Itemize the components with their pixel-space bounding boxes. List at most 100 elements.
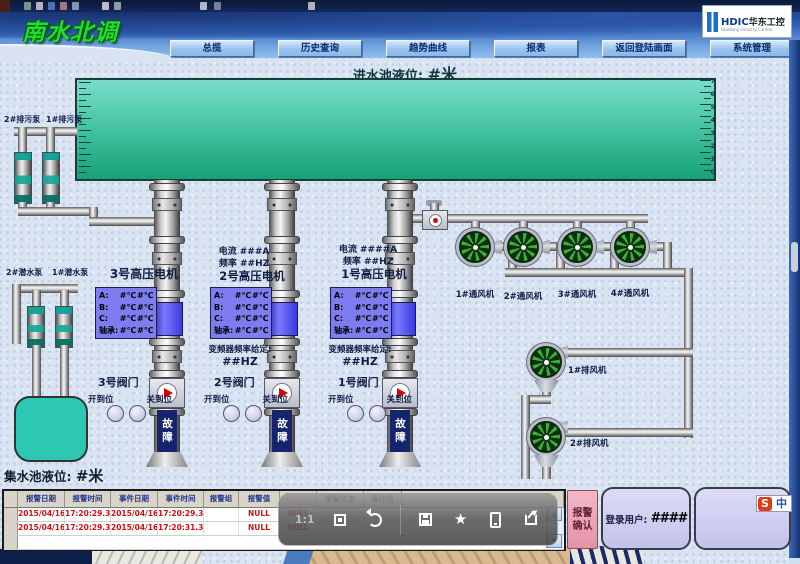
pipe — [60, 345, 69, 397]
scale-number: 0 — [710, 168, 715, 176]
priming-pump-1 — [42, 152, 60, 204]
login-label: 登录用户: — [605, 514, 648, 526]
pipe — [560, 348, 693, 357]
device-icon[interactable] — [485, 509, 507, 531]
taskbar-icon[interactable] — [200, 2, 207, 10]
one-to-one-icon[interactable]: 1:1 — [294, 509, 316, 531]
company-logo: HDIC华东工控 Huadong Industry Control — [702, 5, 792, 38]
open-label: 开到位 — [328, 395, 354, 405]
fan-label: 2#排风机 — [570, 439, 609, 449]
pump-name-2: 2号高压电机 — [219, 269, 285, 283]
fan-label: 3#通风机 — [557, 290, 597, 300]
taskbar-icon[interactable] — [48, 2, 55, 10]
rotate-icon[interactable] — [364, 507, 386, 531]
open-lamp-3 — [107, 405, 124, 422]
nav-button-history[interactable]: 历史查询 — [278, 40, 362, 57]
taskbar-icon[interactable] — [60, 2, 67, 10]
login-panel: 登录用户: #### — [601, 487, 691, 550]
inlet-tank — [75, 78, 716, 181]
row-selector[interactable] — [4, 522, 18, 535]
taskbar-icon[interactable] — [72, 2, 79, 10]
fault-indicator-2: 故障 — [272, 410, 292, 452]
sump-pump-2 — [27, 306, 45, 348]
vfd-label-1: 变频器频率给定: — [328, 345, 392, 355]
valve-status-labels-3: 开到位 关到位 — [88, 393, 172, 405]
desktop-fragment — [92, 551, 202, 564]
fault-indicator-3: 故障 — [157, 410, 177, 452]
close-lamp-1 — [369, 405, 386, 422]
vfd-value-1: ##HZ — [342, 355, 378, 368]
save-icon[interactable] — [414, 509, 436, 531]
nav-button-overview[interactable]: 总揽 — [170, 40, 254, 57]
close-label: 关到位 — [386, 395, 412, 405]
fan-label: 2#通风机 — [503, 292, 543, 302]
col-header: 报警时间 — [65, 491, 111, 507]
sump-pump-1 — [55, 306, 73, 348]
nav-button-system[interactable]: 系统管理 — [710, 40, 794, 57]
ime-s-icon[interactable]: S — [758, 496, 772, 511]
nav-button-trend[interactable]: 趋势曲线 — [386, 40, 470, 57]
scale-number: 2 — [710, 142, 715, 150]
pipe — [560, 428, 693, 437]
nav-button-report[interactable]: 报表 — [494, 40, 578, 57]
vfd-label-2: 变频器频率给定: — [208, 345, 272, 355]
supply-fan-1 — [456, 228, 494, 266]
valve-status-labels-1: 开到位 关到位 — [328, 393, 412, 405]
scale-number: 1 — [710, 155, 715, 163]
scale-number: 3 — [710, 129, 715, 137]
scale-number: 5 — [710, 103, 715, 111]
flange — [264, 183, 300, 191]
fan-label: 1#排风机 — [568, 366, 607, 376]
login-value: #### — [650, 511, 687, 526]
flange — [264, 236, 300, 244]
pump-name-1: 1号高压电机 — [341, 267, 407, 281]
toolbar-divider — [399, 504, 401, 535]
open-lamp-2 — [223, 405, 240, 422]
exhaust-fan-2 — [527, 418, 565, 456]
valve-name-2: 2号阀门 — [214, 376, 255, 389]
exhaust-fan-1 — [527, 343, 565, 381]
valve-status-labels-2: 开到位 关到位 — [204, 393, 288, 405]
row-selector[interactable] — [4, 508, 18, 521]
ime-indicator[interactable]: S 中 — [756, 495, 792, 512]
taskbar-icon[interactable] — [36, 2, 43, 10]
alarm-ack-button[interactable]: 报警确认 — [567, 490, 598, 549]
pump-name-3: 3号高压电机 — [109, 267, 179, 281]
window-right-border — [789, 40, 800, 558]
bolt-ring — [152, 350, 182, 363]
sump-level-value: #米 — [75, 467, 104, 485]
share-icon[interactable] — [520, 509, 542, 531]
taskbar-icon[interactable] — [308, 2, 315, 10]
favorite-icon[interactable]: ★ — [450, 509, 472, 531]
col-header: 报警组 — [204, 491, 239, 507]
col-header: 事件时间 — [158, 491, 204, 507]
logo-subtext: Huadong Industry Control — [721, 26, 773, 32]
logo-cn: 华东工控 — [748, 17, 785, 28]
fault-indicator-1: 故障 — [390, 410, 410, 452]
nav-button-login[interactable]: 返回登陆画面 — [602, 40, 686, 57]
sump-level-text: 集水池液位: — [4, 469, 72, 484]
valve-name-3: 3号阀门 — [98, 376, 139, 389]
logo-icon — [707, 11, 718, 32]
window-corner — [0, 0, 10, 12]
taskbar-icon[interactable] — [214, 2, 221, 10]
pump-label: 1#潜水泵 — [52, 268, 89, 277]
flange — [382, 183, 418, 191]
taskbar-icon[interactable] — [102, 2, 109, 10]
window-scrollbar-thumb[interactable] — [791, 242, 798, 272]
pipe — [413, 214, 648, 223]
col-header: 报警日期 — [18, 491, 65, 507]
taskbar-icon[interactable] — [114, 2, 121, 10]
open-label: 开到位 — [204, 395, 230, 405]
flange — [149, 236, 185, 244]
taskbar-icon[interactable] — [24, 2, 31, 10]
viewer-toolbar: 1:1 ★ — [278, 493, 558, 546]
ime-lang-icon[interactable]: 中 — [773, 497, 790, 511]
pipe — [32, 345, 41, 397]
logo-abbr: HDIC — [721, 16, 749, 28]
fit-screen-icon[interactable] — [329, 509, 351, 531]
alarm-ack-label: 报警确认 — [572, 507, 593, 532]
temp-panel-2: A: #℃ #℃ B: #℃ #℃ C: #℃ #℃ 轴承: #℃ #℃ — [210, 287, 272, 339]
pump-label: 1#排污泵 — [46, 115, 83, 124]
bolt-ring — [152, 198, 182, 211]
